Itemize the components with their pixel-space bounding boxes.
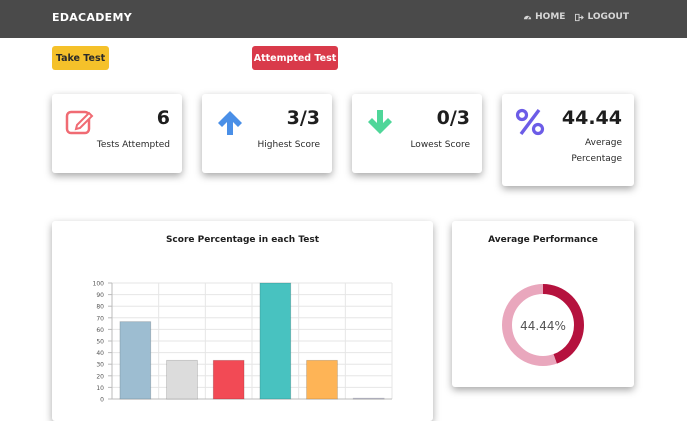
stat-value: 6: [156, 107, 170, 129]
take-test-button[interactable]: Take Test: [52, 46, 109, 70]
dashboard-icon: [524, 15, 532, 20]
stat-label: Tests Attempted: [96, 140, 170, 150]
y-tick-label: 40: [96, 350, 104, 357]
y-tick-label: 20: [96, 373, 104, 380]
y-tick-label: 50: [96, 339, 104, 346]
y-tick-label: 70: [96, 315, 104, 322]
stat-card-lowest-score: 0/3 Lowest Score: [352, 94, 482, 173]
stat-label: Average Percentage: [571, 135, 622, 167]
sign-out-icon: [575, 13, 585, 21]
bar: [306, 359, 338, 400]
score-chart-panel: Score Percentage in each Test 0 10 20 30 40 5…: [52, 221, 433, 421]
arrow-down-icon: [368, 110, 392, 134]
stat-label-line2: Percentage: [571, 154, 622, 164]
nav-links: HOME LOGOUT: [523, 12, 629, 22]
stat-value: 44.44: [561, 107, 622, 129]
average-performance-panel: Average Performance 44.44%: [452, 221, 634, 387]
top-navbar: EDACADEMY HOME LOGOUT: [0, 0, 687, 38]
edit-icon: [65, 110, 94, 135]
percent-icon: [515, 108, 545, 136]
bar: [352, 397, 385, 400]
stat-value: 3/3: [286, 107, 320, 129]
stat-card-average-percentage: 44.44 Average Percentage: [502, 94, 634, 186]
stat-label-line1: Average: [585, 138, 622, 148]
home-link-label: HOME: [535, 12, 566, 22]
bar: [119, 321, 152, 400]
y-tick-label: 60: [96, 327, 104, 334]
attempted-test-button[interactable]: Attempted Test: [252, 46, 338, 70]
stat-label: Highest Score: [257, 140, 320, 150]
arrow-up-icon: [218, 111, 242, 135]
logout-link[interactable]: LOGOUT: [575, 12, 629, 22]
y-tick-label: 0: [100, 397, 104, 404]
stat-label: Lowest Score: [410, 140, 470, 150]
brand-logo[interactable]: EDACADEMY: [52, 11, 132, 24]
performance-donut-chart: [502, 284, 584, 366]
y-tick-label: 100: [93, 281, 105, 288]
bar: [259, 282, 292, 400]
stat-value: 0/3: [436, 107, 470, 129]
donut-center-label: 44.44%: [520, 319, 566, 333]
score-bar-chart: 0 10 20 30 40 50 60 70 80 90 100: [93, 281, 393, 404]
stat-card-tests-attempted: 6 Tests Attempted: [52, 94, 182, 173]
bar: [166, 359, 198, 400]
y-tick-label: 80: [96, 304, 104, 311]
y-tick-label: 90: [96, 292, 104, 299]
y-tick-label: 30: [96, 362, 104, 369]
stat-card-highest-score: 3/3 Highest Score: [202, 94, 332, 173]
logout-link-label: LOGOUT: [587, 12, 629, 22]
bar: [212, 359, 245, 400]
home-link[interactable]: HOME: [523, 12, 565, 22]
y-tick-label: 10: [96, 385, 104, 392]
